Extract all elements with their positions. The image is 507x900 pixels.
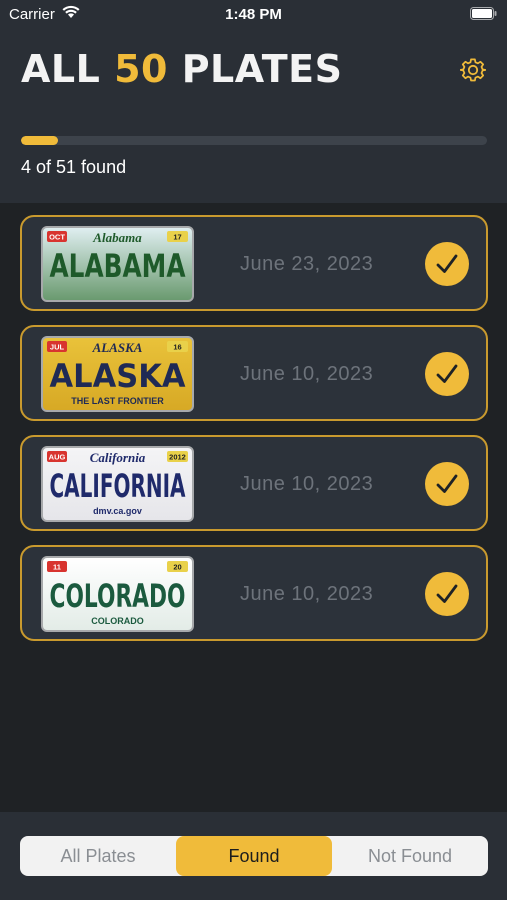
tab-all-plates[interactable]: All Plates <box>20 836 176 876</box>
tab-found[interactable]: Found <box>176 836 332 876</box>
found-date: June 23, 2023 <box>240 253 374 275</box>
found-check-button[interactable] <box>425 242 469 286</box>
checkmark-icon <box>436 364 458 383</box>
plate-state-text: ALASKA <box>50 357 186 395</box>
progress-fill <box>21 136 58 145</box>
plate-card[interactable]: AUG 2012 California CALIFORNIA dmv.ca.go… <box>20 435 488 531</box>
found-date: June 10, 2023 <box>240 583 374 605</box>
battery-icon <box>470 7 497 20</box>
plate-tag-left: 11 <box>53 563 61 572</box>
plate-state-text: COLORADO <box>50 577 186 615</box>
plate-card[interactable]: OCT 17 Alabama ALABAMA June 23, 2023 <box>20 215 488 311</box>
license-plate-image: OCT 17 Alabama ALABAMA <box>41 226 194 302</box>
plate-footer-text: COLORADO <box>91 616 144 626</box>
found-check-button[interactable] <box>425 352 469 396</box>
plate-state-text: ALABAMA <box>50 247 186 285</box>
plate-graphic: AUG 2012 California CALIFORNIA dmv.ca.go… <box>47 450 188 516</box>
checkmark-icon <box>436 254 458 273</box>
plate-card[interactable]: JUL 16 ALASKA ALASKA THE LAST FRONTIER J… <box>20 325 488 421</box>
title-prefix: ALL <box>21 47 115 91</box>
found-date: June 10, 2023 <box>240 363 374 385</box>
license-plate-image: JUL 16 ALASKA ALASKA THE LAST FRONTIER <box>41 336 194 412</box>
title-suffix: PLATES <box>167 47 343 91</box>
plate-tag-right: 16 <box>173 343 181 352</box>
found-check-button[interactable] <box>425 572 469 616</box>
progress-bar <box>21 136 487 145</box>
tab-not-found[interactable]: Not Found <box>332 836 488 876</box>
plate-state-text: CALIFORNIA <box>50 467 186 505</box>
checkmark-icon <box>436 474 458 493</box>
license-plate-image: AUG 2012 California CALIFORNIA dmv.ca.go… <box>41 446 194 522</box>
progress-label: 4 of 51 found <box>21 157 127 177</box>
plate-card[interactable]: 11 20 COLORADO COLORADO June 10, 2023 <box>20 545 488 641</box>
plate-list: OCT 17 Alabama ALABAMA June 23, 2023 JUL… <box>20 215 488 655</box>
plate-tag-right: 2012 <box>169 453 186 462</box>
plate-graphic: OCT 17 Alabama ALABAMA <box>47 230 188 285</box>
found-check-button[interactable] <box>425 462 469 506</box>
bottom-bar: All Plates Found Not Found <box>0 812 507 900</box>
plate-graphic: JUL 16 ALASKA ALASKA THE LAST FRONTIER <box>47 340 188 406</box>
plate-header-text: California <box>90 450 146 465</box>
plate-header-text: ALASKA <box>92 340 143 355</box>
plate-tag-left: AUG <box>49 453 66 462</box>
plate-tag-right: 17 <box>173 233 181 242</box>
title-number: 50 <box>114 47 168 91</box>
status-bar: Carrier 1:48 PM <box>0 0 507 28</box>
checkmark-icon <box>436 584 458 603</box>
filter-segmented-control: All Plates Found Not Found <box>20 836 488 876</box>
license-plate-image: 11 20 COLORADO COLORADO <box>41 556 194 632</box>
plate-tag-right: 20 <box>173 563 181 572</box>
plate-header-text: Alabama <box>92 230 142 245</box>
clock-label: 1:48 PM <box>225 6 282 23</box>
page-title: ALL 50 PLATES <box>21 47 342 91</box>
gear-icon[interactable] <box>460 57 486 83</box>
plate-tag-left: OCT <box>49 233 65 242</box>
header: Carrier 1:48 PM ALL 50 PLATES 4 of 51 fo… <box>0 0 507 203</box>
plate-footer-text: dmv.ca.gov <box>93 506 142 516</box>
plate-tag-left: JUL <box>50 343 65 352</box>
found-date: June 10, 2023 <box>240 473 374 495</box>
plate-graphic: 11 20 COLORADO COLORADO <box>47 561 188 626</box>
plate-footer-text: THE LAST FRONTIER <box>71 396 164 406</box>
